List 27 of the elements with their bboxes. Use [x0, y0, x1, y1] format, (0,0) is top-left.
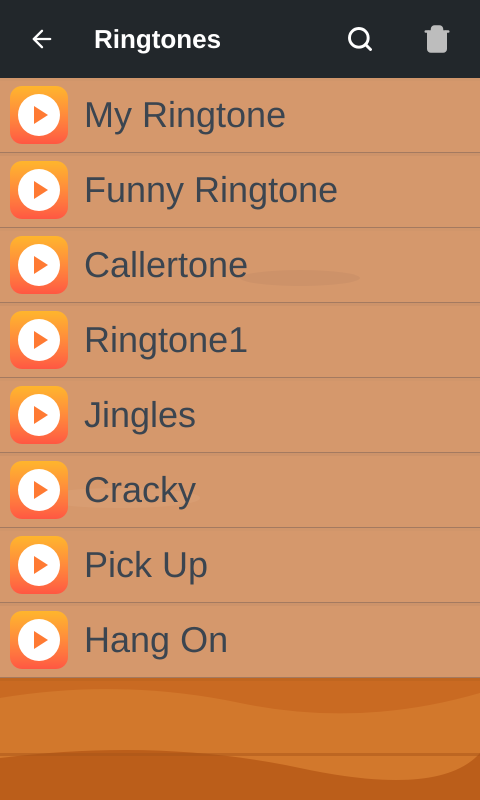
play-icon — [10, 86, 68, 144]
search-button[interactable] — [346, 25, 374, 53]
play-icon — [10, 386, 68, 444]
ringtone-row[interactable]: Jingles — [0, 378, 480, 453]
ringtone-name: Jingles — [84, 393, 196, 437]
ringtone-row[interactable]: Cracky — [0, 453, 480, 528]
ringtone-row[interactable]: Hang On — [0, 603, 480, 678]
ringtone-row[interactable]: Callertone — [0, 228, 480, 303]
ringtone-row[interactable]: Pick Up — [0, 528, 480, 603]
ringtone-name: Pick Up — [84, 543, 208, 587]
ringtone-name: Hang On — [84, 618, 228, 662]
delete-button[interactable] — [422, 24, 452, 54]
play-icon — [10, 161, 68, 219]
ringtone-row[interactable]: My Ringtone — [0, 78, 480, 153]
ringtone-name: Cracky — [84, 468, 196, 512]
ringtone-name: Funny Ringtone — [84, 168, 338, 212]
ringtone-name: Callertone — [84, 243, 248, 287]
play-icon — [10, 611, 68, 669]
ringtone-row[interactable]: Funny Ringtone — [0, 153, 480, 228]
play-icon — [10, 461, 68, 519]
play-icon — [10, 536, 68, 594]
screen-title: Ringtones — [94, 22, 222, 56]
play-icon — [10, 236, 68, 294]
ringtone-row[interactable]: Ringtone1 — [0, 303, 480, 378]
ringtone-name: My Ringtone — [84, 93, 286, 137]
play-icon — [10, 311, 68, 369]
ringtone-name: Ringtone1 — [84, 318, 248, 362]
